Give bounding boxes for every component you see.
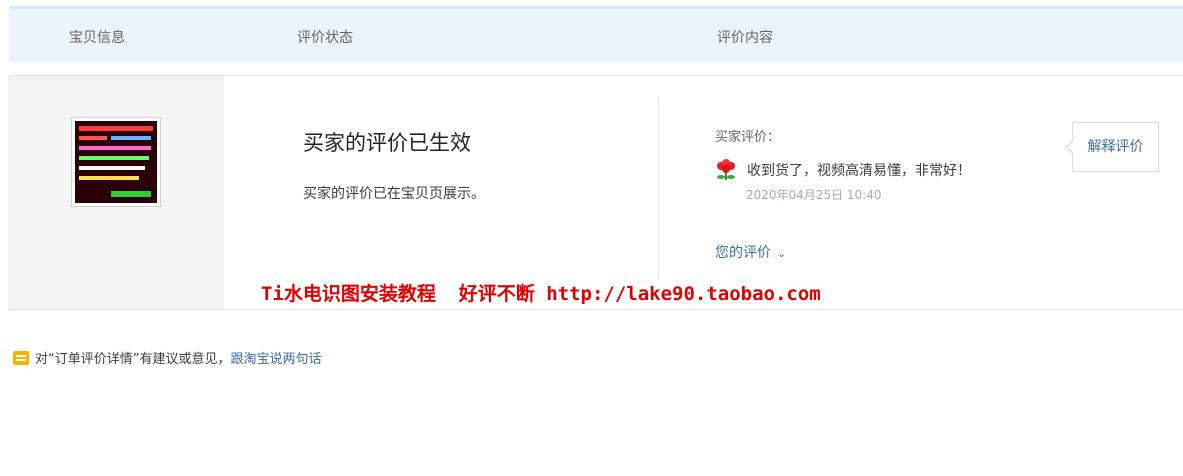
feedback-link[interactable]: 跟淘宝说两句话 <box>230 352 321 367</box>
your-review-toggle[interactable]: 您的评价 ⌄ <box>715 242 786 262</box>
column-header-review-status: 评价状态 <box>297 30 353 46</box>
watermark-text: Ti水电识图安装教程 好评不断 http://lake90.taobao.com <box>261 283 821 305</box>
item-info-cell <box>10 76 224 309</box>
feedback-prefix: 对“订单评价详情”有建议或意见， <box>35 352 231 367</box>
explain-review-button[interactable]: 解释评价 <box>1065 122 1159 172</box>
buyer-review-label: 买家评价： <box>715 130 781 145</box>
feedback-bar: 对“订单评价详情”有建议或意见，跟淘宝说两句话 <box>13 348 322 367</box>
column-header-review-content: 评价内容 <box>717 30 773 46</box>
product-thumbnail-image <box>75 121 157 203</box>
your-review-label: 您的评价 <box>715 245 771 261</box>
red-flower-icon <box>715 159 737 181</box>
review-status-title: 买家的评价已生效 <box>303 131 471 155</box>
table-header: 宝贝信息 评价状态 评价内容 <box>9 6 1183 62</box>
buyer-review-timestamp: 2020年04月25日 10:40 <box>746 188 882 202</box>
review-status-description: 买家的评价已在宝贝页展示。 <box>303 186 485 202</box>
column-divider <box>658 98 659 278</box>
chat-bubble-icon <box>13 351 29 365</box>
column-header-item-info: 宝贝信息 <box>69 30 125 46</box>
review-row: 买家的评价已生效 买家的评价已在宝贝页展示。 买家评价： 收到货了，视频高清易懂… <box>9 75 1183 310</box>
buyer-review-text: 收到货了，视频高清易懂，非常好！ <box>747 163 971 179</box>
product-thumbnail[interactable] <box>71 117 161 207</box>
chevron-down-icon: ⌄ <box>777 247 787 260</box>
